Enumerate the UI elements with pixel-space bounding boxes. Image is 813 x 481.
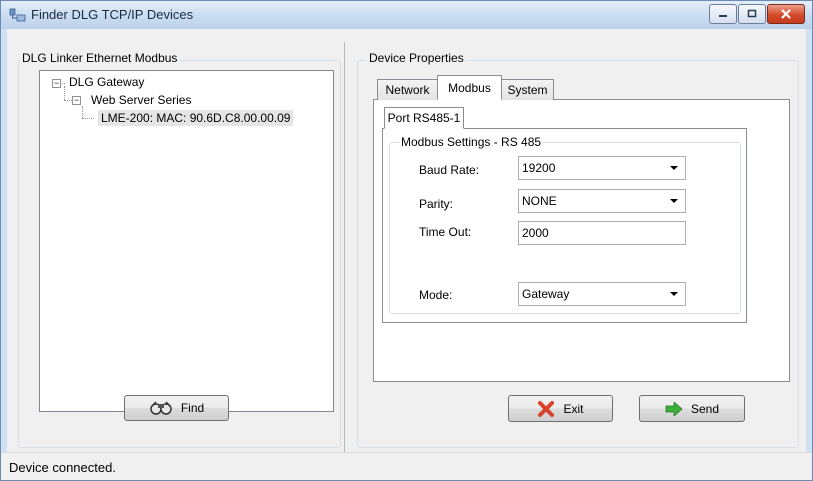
maximize-button[interactable]: [738, 4, 766, 24]
send-button-label: Send: [690, 401, 720, 416]
baud-rate-value: 19200: [522, 161, 556, 175]
modbus-settings-label: Modbus Settings - RS 485: [399, 135, 544, 149]
tree-item-dlg-gateway[interactable]: DLG Gateway: [69, 75, 144, 89]
minimize-button[interactable]: [709, 4, 737, 24]
panel-splitter[interactable]: [344, 42, 352, 452]
tree-connector: [64, 86, 65, 100]
find-button-label: Find: [180, 401, 205, 415]
parity-select[interactable]: NONE: [518, 189, 686, 213]
tab-port-rs485-1[interactable]: Port RS485-1: [384, 107, 464, 129]
exit-button-label: Exit: [563, 401, 584, 416]
close-icon: [781, 9, 791, 19]
exit-x-icon: [538, 400, 555, 417]
send-arrow-icon: [665, 401, 683, 416]
tab-network[interactable]: Network: [377, 79, 438, 100]
find-button[interactable]: Find: [124, 395, 229, 421]
dropdown-arrow-icon: [670, 292, 678, 296]
parity-label: Parity:: [419, 197, 454, 211]
collapse-toggle[interactable]: −: [52, 79, 61, 88]
mode-select[interactable]: Gateway: [518, 282, 686, 306]
title-bar[interactable]: Finder DLG TCP/IP Devices: [1, 1, 812, 29]
binoculars-icon: [150, 401, 172, 415]
status-text: Device connected.: [9, 460, 116, 475]
mode-label: Mode:: [419, 288, 453, 302]
send-button[interactable]: Send: [639, 395, 745, 422]
close-button[interactable]: [767, 4, 805, 24]
dropdown-arrow-icon: [670, 199, 678, 203]
window-title: Finder DLG TCP/IP Devices: [31, 7, 194, 22]
tab-modbus[interactable]: Modbus: [437, 75, 502, 100]
tree-connector: [82, 106, 83, 118]
time-out-label: Time Out:: [419, 225, 472, 239]
tree-connector: [82, 118, 94, 119]
tree-item-lme-200[interactable]: LME-200: MAC: 90.6D.C8.00.00.09: [98, 110, 294, 126]
dropdown-arrow-icon: [670, 166, 678, 170]
tree-item-web-server-series[interactable]: Web Server Series: [91, 93, 191, 107]
mode-value: Gateway: [522, 287, 570, 301]
maximize-icon: [747, 9, 757, 18]
device-properties-label: Device Properties: [367, 51, 466, 65]
baud-rate-select[interactable]: 19200: [518, 156, 686, 180]
parity-value: NONE: [522, 194, 557, 208]
baud-rate-label: Baud Rate:: [419, 163, 480, 177]
app-icon: [9, 8, 26, 22]
collapse-toggle[interactable]: −: [72, 96, 81, 105]
status-bar: Device connected.: [1, 452, 812, 480]
exit-button[interactable]: Exit: [508, 395, 613, 422]
time-out-input[interactable]: 2000: [518, 221, 686, 245]
linker-group-label: DLG Linker Ethernet Modbus: [20, 51, 180, 65]
tab-system[interactable]: System: [501, 79, 554, 100]
tree-connector: [64, 100, 72, 101]
minimize-icon: [719, 15, 727, 17]
